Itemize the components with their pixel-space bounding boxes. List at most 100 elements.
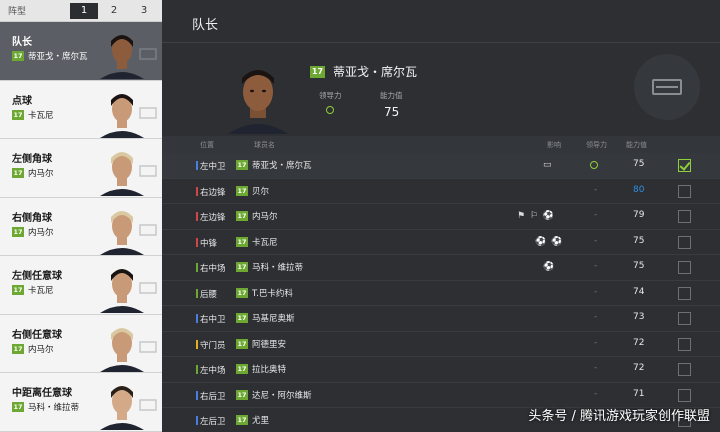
table-row[interactable]: 中锋 17 卡瓦尼 ⚽ ⚽ - 75	[162, 230, 720, 255]
ability-value: 75	[633, 159, 645, 169]
rating-badge: 17	[236, 211, 248, 221]
row-position: 右中卫	[200, 315, 226, 325]
select-checkbox[interactable]	[678, 159, 691, 172]
ability-value: 75	[384, 105, 400, 119]
row-player-name: 蒂亚戈・席尔瓦	[252, 161, 312, 171]
leadership-value: -	[594, 261, 598, 271]
row-player-name: 内马尔	[252, 212, 278, 222]
header-divider	[162, 42, 720, 43]
detail-panel: 队长 17 蒂亚戈・席尔瓦 领导力 能力值 75 位置 球员名 影响 领导力 能…	[162, 0, 720, 432]
set-piece-slot[interactable]: 点球 17 卡瓦尼	[0, 80, 162, 139]
rating-badge: 17	[12, 226, 24, 237]
set-piece-slot[interactable]: 队长 17 蒂亚戈・席尔瓦	[0, 22, 162, 81]
position-color-bar	[196, 263, 198, 272]
table-row[interactable]: 左中场 17 拉比奥特 - 72	[162, 357, 720, 383]
select-checkbox[interactable]	[678, 337, 691, 351]
position-color-bar	[196, 161, 198, 170]
formation-tab-1[interactable]: 1	[70, 2, 98, 19]
slot-player-name: 内马尔	[28, 227, 54, 238]
watermark: 头条号 / 腾讯游戏玩家创作联盟	[528, 409, 710, 424]
select-checkbox[interactable]	[678, 184, 691, 198]
ability-value: 75	[633, 261, 645, 271]
slot-title: 右侧角球	[12, 212, 52, 224]
skill-icons: ⚑ ⚐ ⚽	[517, 211, 556, 221]
rating-badge: 17	[12, 51, 24, 61]
slot-title: 队长	[12, 37, 32, 48]
rating-badge: 17	[12, 343, 24, 354]
rating-badge: 17	[236, 415, 248, 425]
row-player-name: 拉比奥特	[252, 365, 287, 375]
header-leadership: 领导力	[586, 141, 607, 149]
row-player: 17 内马尔	[236, 210, 278, 222]
select-checkbox[interactable]	[678, 210, 691, 223]
row-player: 17 马科・维拉蒂	[236, 261, 303, 273]
select-checkbox[interactable]	[678, 261, 691, 274]
set-piece-icon	[139, 282, 157, 294]
slot-player-name: 蒂亚戈・席尔瓦	[28, 52, 88, 62]
header-pos: 位置	[200, 141, 214, 149]
row-player: 17 贝尔	[236, 185, 269, 197]
row-position: 右后卫	[200, 391, 226, 402]
slot-player: 17 蒂亚戈・席尔瓦	[12, 50, 88, 62]
slot-player: 17 内马尔	[12, 167, 54, 179]
formation-bar: 阵型 1 2 3	[0, 0, 162, 22]
rating-badge: 17	[12, 168, 24, 178]
formation-tab-3[interactable]: 3	[130, 3, 158, 19]
set-piece-slot[interactable]: 右侧任意球 17 内马尔	[0, 314, 162, 373]
set-piece-slot[interactable]: 左侧角球 17 内马尔	[0, 139, 162, 198]
set-piece-slot[interactable]: 右侧角球 17 内马尔	[0, 197, 162, 256]
table-row[interactable]: 守门员 17 阿德里安 - 72	[162, 332, 720, 357]
row-player: 17 马基尼奥斯	[236, 312, 295, 324]
set-piece-icon	[139, 399, 157, 411]
captain-badge: 17	[310, 65, 325, 78]
leadership-value: -	[594, 184, 598, 195]
skill-icons: ▭	[543, 160, 553, 170]
slot-title: 点球	[12, 95, 32, 107]
set-piece-slot[interactable]: 左侧任意球 17 卡瓦尼	[0, 256, 162, 315]
table-row[interactable]: 左中卫 17 蒂亚戈・席尔瓦 ▭ 75	[162, 153, 720, 179]
select-checkbox[interactable]	[678, 312, 691, 325]
table-row[interactable]: 左边锋 17 内马尔 ⚑ ⚐ ⚽ - 79	[162, 204, 720, 230]
rating-badge: 17	[236, 262, 248, 272]
skill-icons: ⚽ ⚽	[535, 236, 564, 247]
captain-name-text: 蒂亚戈・席尔瓦	[333, 65, 418, 79]
table-row[interactable]: 右中卫 17 马基尼奥斯 - 73	[162, 306, 720, 332]
ability-value: 75	[633, 235, 645, 246]
set-piece-slot[interactable]: 中距离任意球 17 马科・维拉蒂	[0, 373, 162, 432]
position-color-bar	[196, 212, 198, 221]
row-player: 17 达尼・阿尔维斯	[236, 389, 312, 401]
leadership-indicator-icon	[590, 161, 598, 169]
table-row[interactable]: 右边锋 17 贝尔 - 80	[162, 179, 720, 204]
rating-badge: 17	[236, 185, 248, 196]
slot-player: 17 马科・维拉蒂	[12, 401, 79, 413]
ability-value: 79	[633, 210, 645, 220]
position-color-bar	[196, 339, 198, 349]
row-player-name: 马科・维拉蒂	[252, 263, 304, 273]
rating-badge: 17	[236, 338, 248, 349]
rating-badge: 17	[236, 160, 248, 170]
row-player: 17 卡瓦尼	[236, 236, 278, 248]
row-position: 守门员	[200, 340, 226, 351]
row-position: 左中卫	[200, 162, 226, 172]
select-checkbox[interactable]	[678, 286, 691, 300]
ability-label: 能力值	[380, 91, 403, 100]
row-position: 左后卫	[200, 417, 226, 427]
leadership-indicator-icon	[326, 106, 334, 114]
leadership-value: -	[594, 388, 598, 399]
slot-player-name: 马科・维拉蒂	[28, 403, 80, 413]
select-checkbox[interactable]	[678, 363, 691, 376]
row-player: 17 拉比奥特	[236, 363, 286, 375]
rating-badge: 17	[236, 236, 248, 247]
ability-value: 72	[633, 337, 645, 348]
slot-player-name: 内马尔	[28, 344, 54, 355]
select-checkbox[interactable]	[678, 388, 691, 402]
formation-tab-2[interactable]: 2	[100, 3, 128, 19]
select-checkbox[interactable]	[678, 235, 691, 249]
table-row[interactable]: 右中场 17 马科・维拉蒂 ⚽ - 75	[162, 255, 720, 281]
row-player-name: T.巴卡约科	[252, 288, 293, 299]
table-row[interactable]: 后腰 17 T.巴卡约科 - 74	[162, 281, 720, 306]
row-player: 17 阿德里安	[236, 338, 286, 350]
row-position: 左中场	[200, 366, 226, 376]
page-title: 队长	[192, 18, 219, 33]
rating-badge: 17	[12, 109, 24, 120]
